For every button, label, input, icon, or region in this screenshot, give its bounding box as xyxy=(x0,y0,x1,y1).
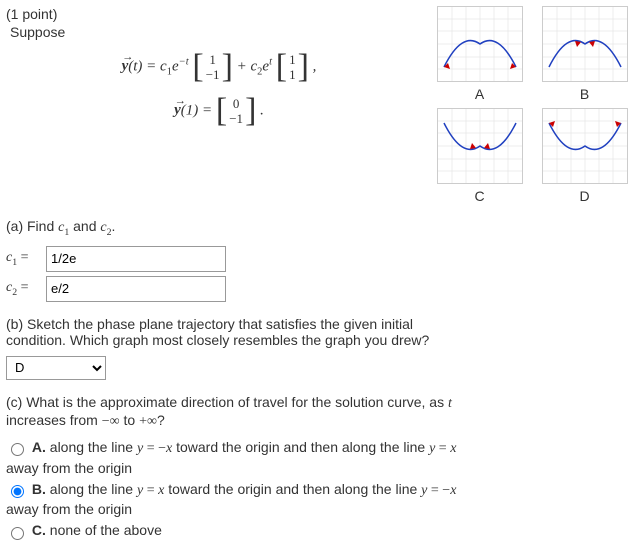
choice-C[interactable]: C. none of the above xyxy=(6,521,476,540)
graph-C xyxy=(437,108,523,184)
part-c-prompt: (c) What is the approximate direction of… xyxy=(6,394,476,430)
graph-label-C: C xyxy=(432,188,527,204)
graph-B xyxy=(542,6,628,82)
graph-label-B: B xyxy=(537,86,632,102)
graph-A xyxy=(437,6,523,82)
choice-B[interactable]: B. along the line y = x toward the origi… xyxy=(6,480,476,520)
graph-label-A: A xyxy=(432,86,527,102)
choice-A[interactable]: A. along the line y = −x toward the orig… xyxy=(6,438,476,478)
c2-input[interactable] xyxy=(46,276,226,302)
radio-C[interactable] xyxy=(11,527,24,540)
equation-block: y(t) = c1e−t [ 1−1 ] + c2et [ 11 ] , y(1… xyxy=(6,50,432,128)
graph-D xyxy=(542,108,628,184)
direction-choices: A. along the line y = −x toward the orig… xyxy=(6,438,476,540)
graph-label-D: D xyxy=(537,188,632,204)
c1-label: c1 = xyxy=(6,250,46,268)
c1-input[interactable] xyxy=(46,246,226,272)
part-a-prompt: (a) Find c1 and c2. xyxy=(6,218,632,238)
radio-A[interactable] xyxy=(11,443,24,456)
radio-B[interactable] xyxy=(11,485,24,498)
graph-select[interactable]: D xyxy=(6,356,106,380)
suppose-label: Suppose xyxy=(10,24,432,40)
c2-label: c2 = xyxy=(6,280,46,298)
points-label: (1 point) xyxy=(6,6,432,22)
graph-thumbnails: A B xyxy=(432,6,632,204)
part-b-prompt: (b) Sketch the phase plane trajectory th… xyxy=(6,316,446,348)
